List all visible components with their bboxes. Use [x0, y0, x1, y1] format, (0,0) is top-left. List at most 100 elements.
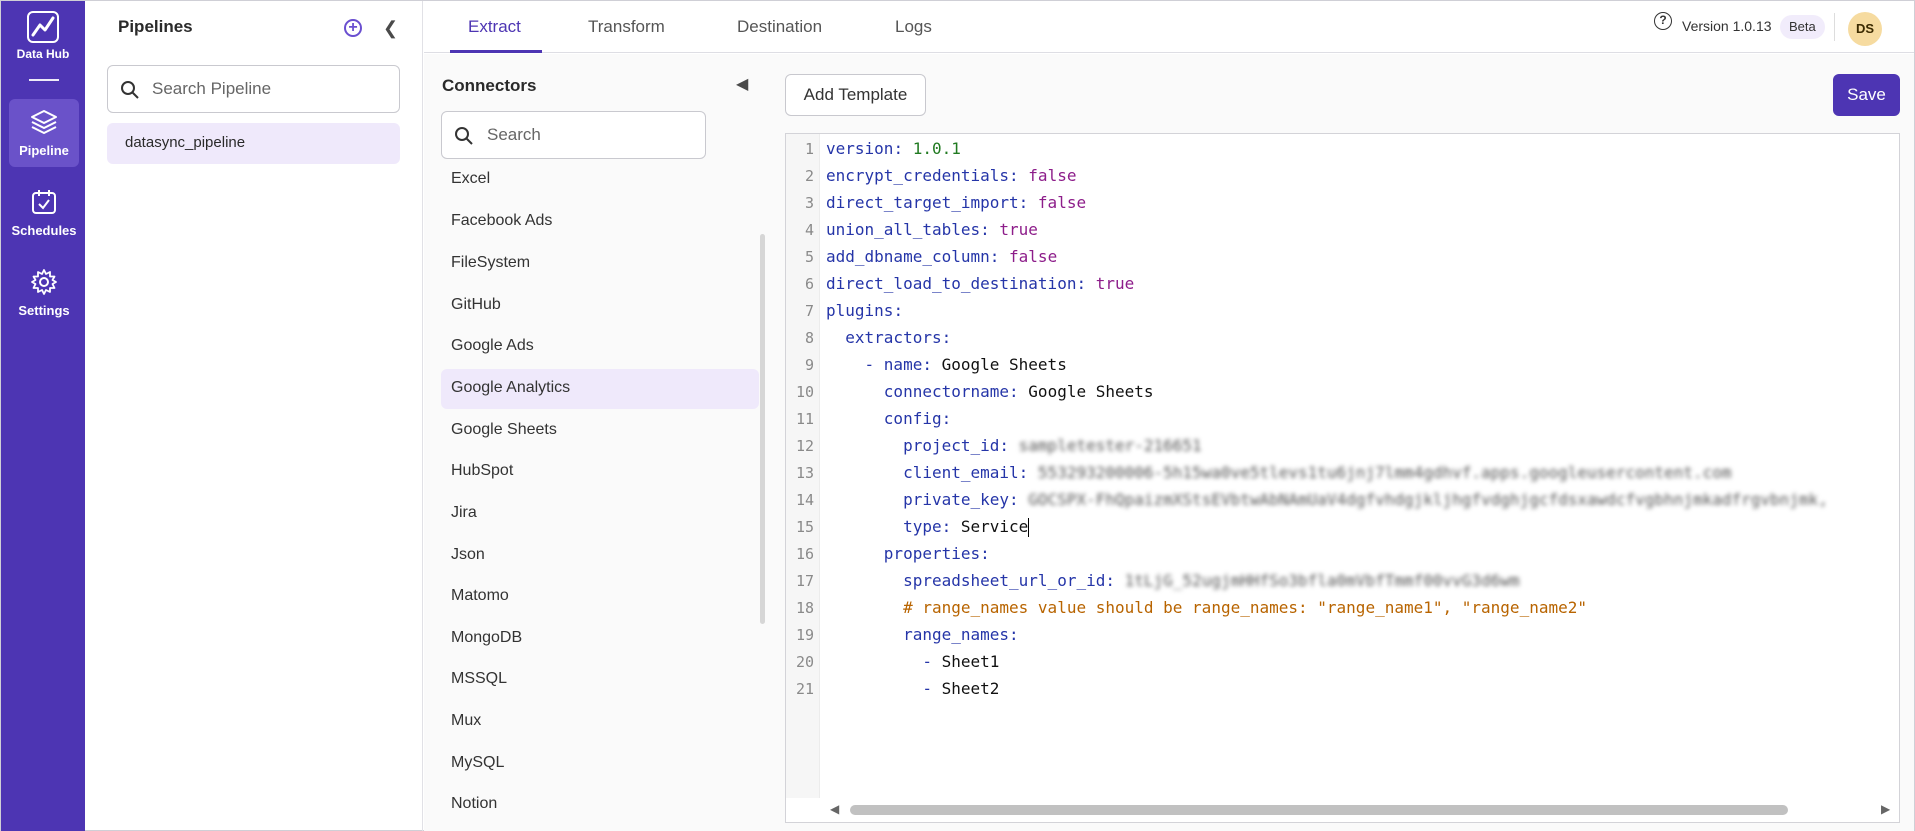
- connector-item[interactable]: Google Sheets: [441, 411, 759, 451]
- connector-item[interactable]: Jira: [441, 494, 759, 534]
- yaml-code-editor[interactable]: 1 2 3 4 5 6 7 8 9 10 11 12 13 14 15 16 1…: [785, 133, 1900, 823]
- line-number: 20: [795, 653, 814, 671]
- code-line: # range_names value should be range_name…: [826, 598, 1587, 617]
- connector-item[interactable]: Facebook Ads: [441, 202, 759, 242]
- yaml-key: config: [883, 409, 942, 428]
- code-line: project_id: sampletester-216651: [903, 436, 1202, 455]
- add-template-button[interactable]: Add Template: [785, 74, 926, 116]
- code-line: - name: Google Sheets: [864, 355, 1067, 374]
- connector-item[interactable]: MSSQL: [441, 660, 759, 700]
- header-divider: [1834, 13, 1835, 41]
- code-line: properties:: [883, 544, 990, 563]
- yaml-key: properties: [883, 544, 981, 563]
- yaml-value: 1.0.1: [912, 139, 961, 158]
- add-pipeline-button[interactable]: +: [344, 19, 362, 37]
- code-line: private_key: GOCSPX-FhQpaizmXStsEVbtwAbN…: [903, 490, 1828, 509]
- yaml-key: private_key: [903, 490, 1010, 509]
- chart-logo-icon: [27, 11, 59, 43]
- pipeline-search: [107, 65, 400, 113]
- collapse-connectors-icon[interactable]: ◀: [736, 74, 748, 94]
- yaml-key: encrypt_credentials: [826, 166, 1010, 185]
- yaml-key: union_all_tables: [826, 220, 981, 239]
- connector-item[interactable]: Notion: [441, 785, 759, 825]
- version-label: Version 1.0.13: [1682, 18, 1772, 34]
- line-number: 6: [804, 275, 814, 293]
- line-number: 15: [795, 518, 814, 536]
- nav-item-pipeline[interactable]: Pipeline: [9, 99, 79, 167]
- line-number: 11: [795, 410, 814, 428]
- horizontal-scrollbar[interactable]: ◀ ▶: [786, 798, 1899, 822]
- line-number: 7: [804, 302, 814, 320]
- tab-extract[interactable]: Extract: [468, 17, 521, 37]
- yaml-value: Google Sheets: [1028, 382, 1154, 401]
- yaml-key: direct_load_to_destination: [826, 274, 1077, 293]
- app-window: Data Hub Pipeline Schedules Settings Pip…: [0, 0, 1915, 831]
- redacted-value: 1tLjG_52ugjmHHfSo3bfla0mVbfTmmf00vvG3d6w…: [1124, 571, 1520, 590]
- yaml-value: true: [999, 220, 1038, 239]
- connector-item-selected[interactable]: Google Analytics: [441, 369, 759, 409]
- connector-item[interactable]: GitHub: [441, 286, 759, 326]
- yaml-value: Google Sheets: [941, 355, 1067, 374]
- code-line: encrypt_credentials: false: [826, 166, 1077, 185]
- pipelines-panel: Pipelines + ❮ datasync_pipeline: [85, 1, 423, 831]
- save-button[interactable]: Save: [1833, 74, 1900, 116]
- connector-item[interactable]: Excel: [441, 162, 759, 200]
- connector-item[interactable]: MongoDB: [441, 619, 759, 659]
- yaml-key: plugins: [826, 301, 894, 320]
- pipeline-search-input[interactable]: [152, 76, 382, 102]
- collapse-pipelines-icon[interactable]: ❮: [383, 18, 398, 39]
- rail-divider: [29, 79, 59, 81]
- code-line: client_email: 553293200006-5h15wa0ve5tle…: [903, 463, 1732, 482]
- line-number: 9: [804, 356, 814, 374]
- connector-list: Excel Facebook Ads FileSystem GitHub Goo…: [441, 162, 759, 831]
- tab-logs[interactable]: Logs: [895, 17, 932, 37]
- yaml-value: true: [1095, 274, 1135, 293]
- brand-logo[interactable]: Data Hub: [1, 11, 85, 61]
- code-line: spreadsheet_url_or_id: 1tLjG_52ugjmHHfSo…: [903, 571, 1520, 590]
- nav-item-label: Pipeline: [19, 143, 69, 158]
- editor-area: Add Template Save 1 2 3 4 5 6 7 8 9 10 1…: [768, 54, 1914, 831]
- scrollbar-thumb[interactable]: [850, 805, 1788, 815]
- code-line: plugins:: [826, 301, 904, 320]
- user-avatar[interactable]: DS: [1848, 12, 1882, 46]
- scroll-left-icon[interactable]: ◀: [830, 802, 839, 816]
- connector-item[interactable]: MySQL: [441, 744, 759, 784]
- nav-item-settings[interactable]: Settings: [9, 259, 79, 327]
- brand-label: Data Hub: [16, 47, 70, 61]
- line-number: 8: [804, 329, 814, 347]
- yaml-value: Service: [960, 517, 1029, 536]
- connector-item[interactable]: FileSystem: [441, 244, 759, 284]
- line-number: 4: [804, 221, 814, 239]
- connector-scrollbar[interactable]: [760, 234, 765, 624]
- nav-item-schedules[interactable]: Schedules: [9, 179, 79, 247]
- nav-item-label: Schedules: [11, 223, 77, 238]
- yaml-value: false: [1009, 247, 1058, 266]
- text-caret: [1028, 518, 1030, 537]
- scroll-right-icon[interactable]: ▶: [1881, 802, 1890, 816]
- line-number: 10: [795, 383, 814, 401]
- line-number: 19: [795, 626, 814, 644]
- help-icon[interactable]: ?: [1654, 12, 1672, 30]
- line-number-gutter: 1 2 3 4 5 6 7 8 9 10 11 12 13 14 15 16 1…: [786, 134, 820, 822]
- tab-transform[interactable]: Transform: [588, 17, 665, 37]
- connector-item[interactable]: Google Ads: [441, 327, 759, 367]
- yaml-comment: # range_names value should be range_name…: [903, 598, 1587, 617]
- code-line: direct_load_to_destination: true: [826, 274, 1135, 293]
- connector-item[interactable]: Mux: [441, 702, 759, 742]
- nav-rail: Data Hub Pipeline Schedules Settings: [1, 1, 85, 831]
- connector-item[interactable]: Json: [441, 536, 759, 576]
- connector-item[interactable]: HubSpot: [441, 452, 759, 492]
- connector-search-input[interactable]: [487, 122, 687, 148]
- line-number: 21: [795, 680, 814, 698]
- pipeline-item-datasync[interactable]: datasync_pipeline: [107, 123, 400, 164]
- yaml-key: direct_target_import: [826, 193, 1019, 212]
- beta-badge: Beta: [1780, 15, 1825, 39]
- tab-destination[interactable]: Destination: [737, 17, 822, 37]
- line-number: 3: [804, 194, 814, 212]
- code-line: type: Service: [903, 517, 1030, 537]
- yaml-value: Sheet2: [941, 679, 1000, 698]
- connectors-panel: Connectors ◀ Excel Facebook Ads FileSyst…: [424, 54, 768, 831]
- connector-item[interactable]: Matomo: [441, 577, 759, 617]
- yaml-key: client_email: [903, 463, 1019, 482]
- code-line: add_dbname_column: false: [826, 247, 1058, 266]
